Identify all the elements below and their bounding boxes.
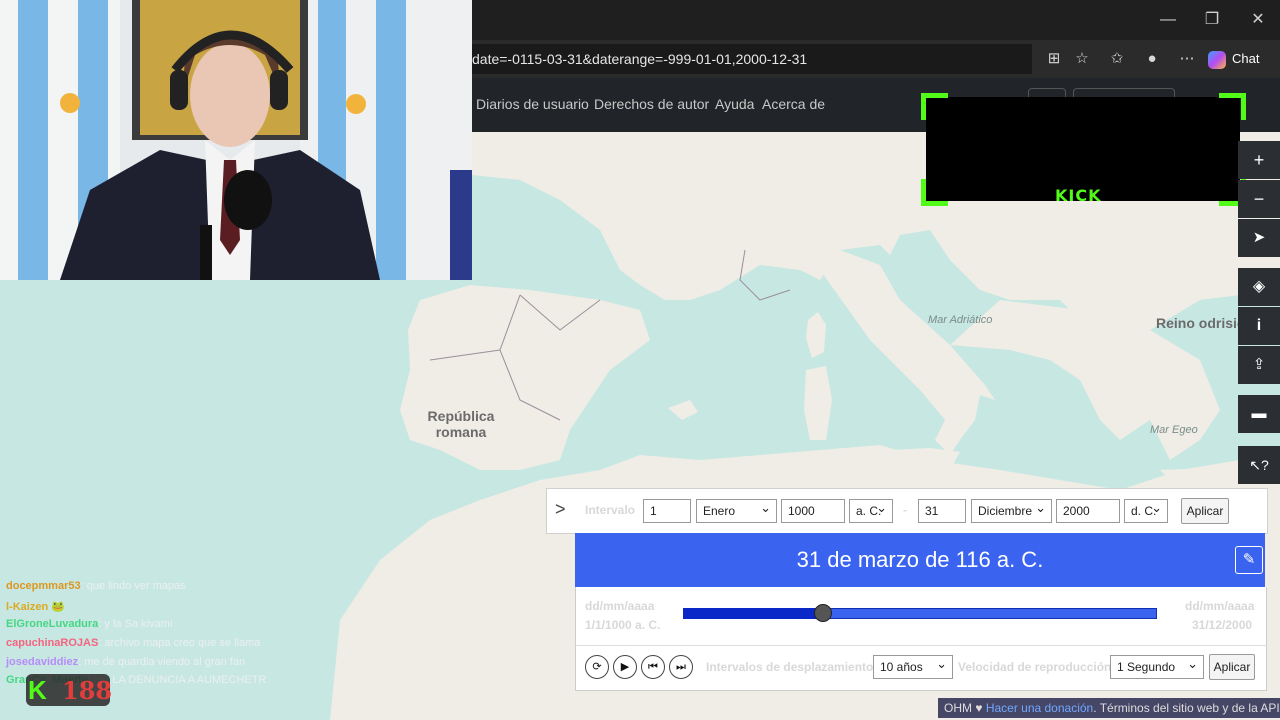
chat-text: 🐸 [51, 601, 65, 613]
chat-user: capuchinaROJAS [6, 637, 99, 649]
webcam-feed [0, 0, 472, 280]
favorites-icon[interactable]: ✩ [1104, 47, 1130, 71]
timeline-thumb[interactable] [813, 604, 832, 622]
map-label-mar-adriatico: Mar Adriático [928, 314, 993, 326]
current-date: 31 de marzo de 116 a. C. [796, 547, 1044, 572]
zoom-out-icon[interactable]: − [1238, 180, 1280, 218]
terms-link[interactable]: Términos del sitio web y de la API [1100, 701, 1280, 715]
nav-diarios[interactable]: Diarios de usuario [476, 96, 589, 112]
speed-value: 1 Segundo [1117, 660, 1176, 674]
chat-label: Chat [1232, 51, 1260, 66]
restore-icon[interactable]: ❐ [1198, 8, 1226, 32]
chat-user: l-Kaizen [6, 601, 49, 613]
loop-icon[interactable]: ⟳ [585, 655, 609, 679]
donate-link[interactable]: Hacer una donación [986, 701, 1093, 715]
step-value: 10 años [880, 660, 923, 674]
overlay-corner [921, 93, 948, 120]
chat-message: l-Kaizen 🐸 [6, 600, 65, 613]
query-icon[interactable]: ↖? [1238, 446, 1280, 484]
overlay-corner [1219, 93, 1246, 120]
end-format-hint: dd/mm/aaaa [1185, 599, 1255, 613]
start-month-value: Enero [703, 504, 736, 518]
note-icon[interactable]: ▬ [1238, 395, 1280, 433]
map-label-republica: República romana [427, 408, 495, 440]
interval-bar: > Intervalo 1 Enero 1000 a. C. - 31 Dici… [546, 488, 1268, 534]
layers-icon[interactable]: ◈ [1238, 268, 1280, 306]
chat-text: HE LA DENUNCIA A AUMECHETR [94, 674, 267, 686]
start-year-input[interactable]: 1000 [781, 499, 845, 523]
collapse-chevron-icon[interactable]: > [555, 499, 566, 520]
chat-text: archivo mapa creo que se llama [104, 637, 261, 649]
info-icon[interactable]: i [1238, 307, 1280, 345]
chat-text: que lindo ver mapas [86, 580, 186, 592]
favorite-star-icon[interactable]: ☆ [1069, 47, 1095, 71]
timeline-progress [683, 608, 823, 619]
chat-message: josedaviddiez: me de quardia viendo al g… [6, 656, 246, 668]
attrib-ohm: OHM ♥ [944, 701, 983, 715]
copilot-icon [1208, 50, 1226, 69]
start-format-hint: dd/mm/aaaa [585, 599, 655, 613]
chat-text: me de quardia viendo al gran fan [84, 656, 246, 668]
step-forward-icon[interactable]: ⏭ [669, 655, 693, 679]
step-select[interactable]: 10 años [873, 653, 953, 679]
end-era-value: d. C. [1131, 504, 1157, 518]
edit-pencil-icon[interactable]: ✎ [1235, 546, 1263, 574]
more-menu-icon[interactable]: ⋯ [1174, 47, 1200, 71]
app-available-icon[interactable]: ⊞ [1041, 47, 1067, 71]
copilot-chat-button[interactable]: Chat [1208, 45, 1272, 73]
nav-derechos[interactable]: Derechos de autor [594, 96, 709, 112]
chat-message: docepmmar53: que lindo ver mapas [6, 580, 186, 592]
overlay-corner [921, 179, 948, 206]
start-month-select[interactable]: Enero [696, 497, 777, 523]
nav-ayuda[interactable]: Ayuda [715, 96, 754, 112]
locate-icon[interactable]: ➤ [1238, 219, 1280, 257]
start-day-input[interactable]: 1 [643, 499, 691, 523]
interval-label: Intervalo [585, 503, 636, 517]
chat-text: y la Sa kivami [104, 618, 173, 630]
map-label-reino: Reino odrisio [1156, 315, 1246, 331]
chat-user: docepmmar53 [6, 580, 81, 592]
nav-acerca[interactable]: Acerca de [762, 96, 825, 112]
kick-logo: KICK [1055, 186, 1102, 205]
apply-speed-button[interactable]: Aplicar [1209, 654, 1255, 680]
chat-user: josedaviddiez [6, 656, 79, 668]
play-icon[interactable]: ▶ [613, 655, 637, 679]
minimize-icon[interactable]: — [1154, 8, 1182, 32]
apply-interval-button[interactable]: Aplicar [1181, 498, 1229, 524]
end-day-input[interactable]: 31 [918, 499, 966, 523]
zoom-in-icon[interactable]: + [1238, 141, 1280, 179]
map-label-mar-egeo: Mar Egeo [1150, 424, 1198, 436]
address-bar[interactable]: date=-0115-03-31&daterange=-999-01-01,20… [472, 44, 1032, 74]
profile-avatar-icon[interactable]: ● [1139, 47, 1165, 71]
close-icon[interactable]: ✕ [1244, 8, 1272, 32]
step-label: Intervalos de desplazamiento [706, 660, 874, 674]
kick-k-icon: K [28, 675, 47, 705]
speed-select[interactable]: 1 Segundo [1110, 653, 1204, 679]
end-era-select[interactable]: d. C. [1124, 497, 1168, 523]
slider-start-date: 1/1/1000 a. C. [585, 618, 661, 632]
share-icon[interactable]: ⇪ [1238, 346, 1280, 384]
chat-message: capuchinaROJAS: archivo mapa creo que se… [6, 637, 261, 649]
end-month-value: Diciembre [978, 504, 1033, 518]
slider-end-date: 31/12/2000 [1192, 618, 1253, 632]
speed-label: Velocidad de reproducción [958, 660, 1112, 674]
start-era-select[interactable]: a. C. [849, 497, 893, 523]
chat-message: ElGroneLuvadura: y la Sa kivami [6, 618, 173, 630]
step-back-icon[interactable]: ⏮ [641, 655, 665, 679]
start-era-value: a. C. [856, 504, 882, 518]
map-attribution: OHM ♥ Hacer una donación. Términos del s… [938, 698, 1280, 718]
chat-user: ElGroneLuvadura [6, 618, 99, 630]
end-year-input[interactable]: 2000 [1056, 499, 1120, 523]
end-month-select[interactable]: Diciembre [971, 497, 1052, 523]
range-separator: - [903, 503, 907, 517]
viewer-count: 188 [62, 676, 113, 705]
